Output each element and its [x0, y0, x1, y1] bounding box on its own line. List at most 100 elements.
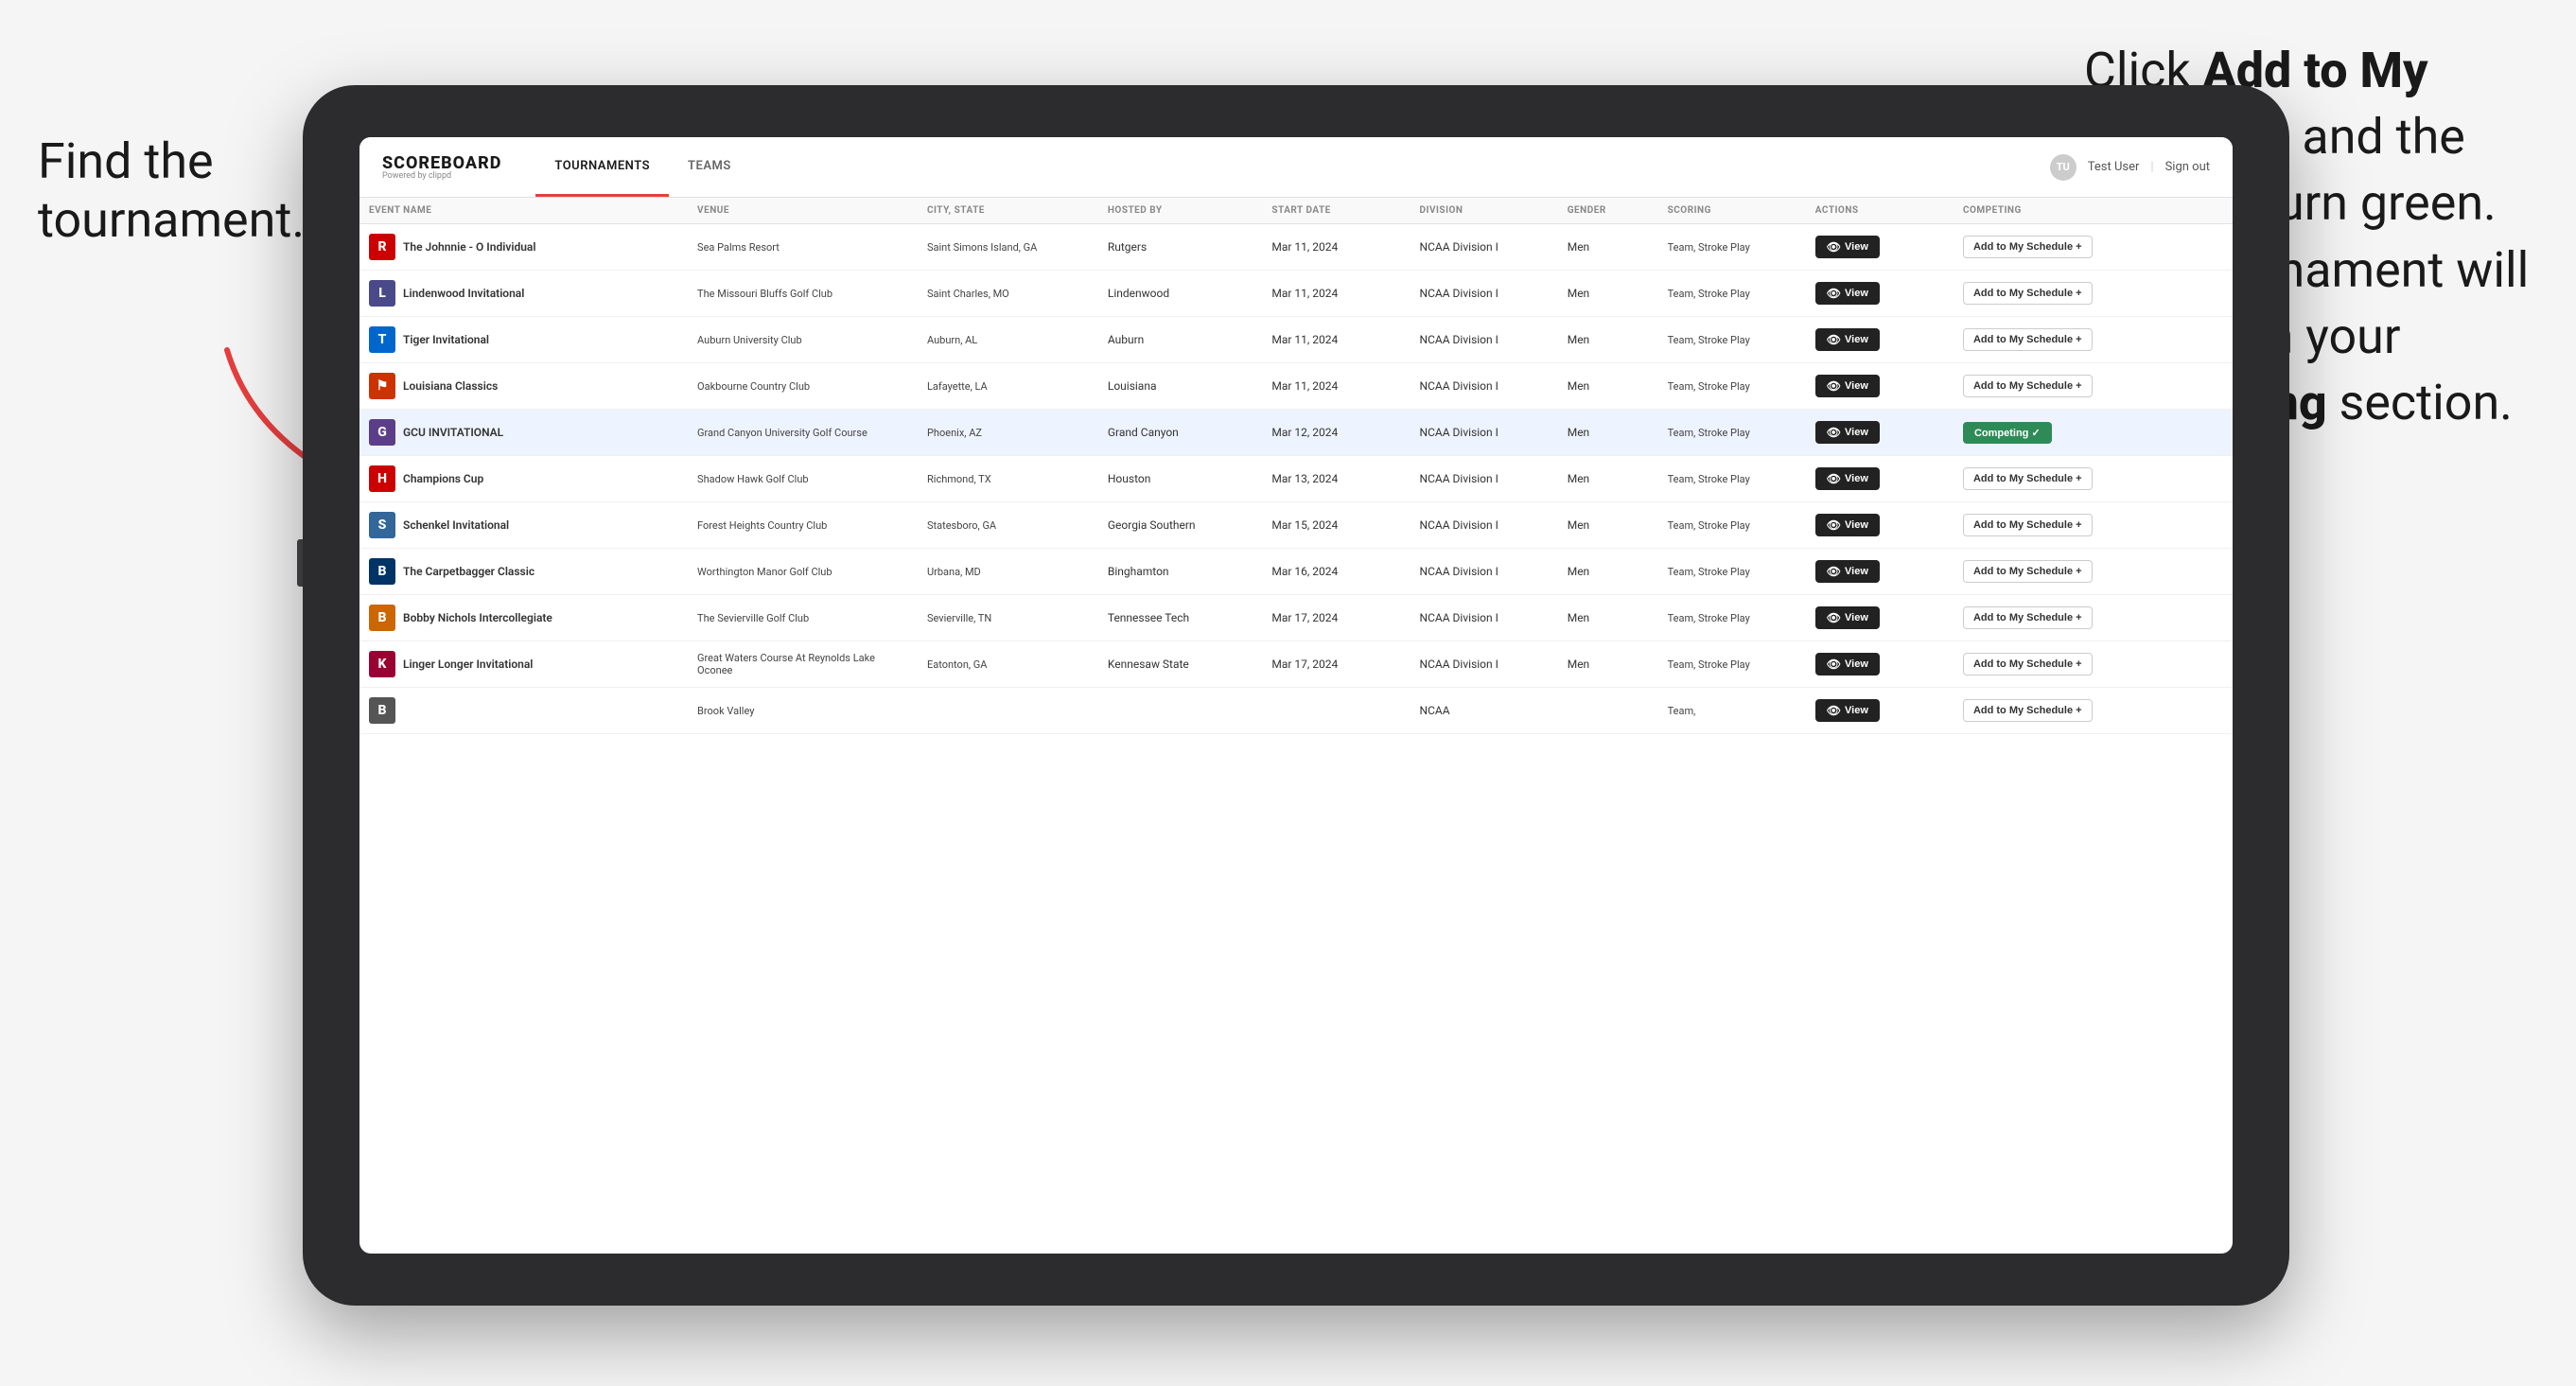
add-to-schedule-button[interactable]: Add to My Schedule + — [1963, 375, 2093, 397]
gender-cell: Men — [1558, 317, 1658, 363]
actions-cell: 👁 View — [1806, 317, 1954, 363]
venue-cell: Auburn University Club — [688, 317, 918, 363]
view-button[interactable]: 👁 View — [1815, 699, 1880, 722]
division-cell: NCAA Division I — [1411, 549, 1558, 595]
tab-teams[interactable]: TEAMS — [669, 137, 750, 197]
table-row: B The Carpetbagger Classic Worthington M… — [359, 549, 2233, 595]
date-cell: Mar 15, 2024 — [1262, 502, 1410, 549]
view-button[interactable]: 👁 View — [1815, 514, 1880, 536]
table-row: S Schenkel Invitational Forest Heights C… — [359, 502, 2233, 549]
user-name: Test User — [2088, 160, 2140, 174]
team-logo: G — [369, 419, 395, 446]
team-logo: B — [369, 605, 395, 631]
scoring-cell: Team, — [1658, 688, 1806, 734]
venue-cell: Great Waters Course At Reynolds Lake Oco… — [688, 641, 918, 688]
hosted-by-cell: Houston — [1098, 456, 1263, 502]
event-name-cell: S Schenkel Invitational — [369, 512, 678, 538]
city-cell: Statesboro, GA — [918, 502, 1098, 549]
venue-cell: Grand Canyon University Golf Course — [688, 410, 918, 456]
hosted-by-cell: Rutgers — [1098, 224, 1263, 271]
add-to-schedule-button[interactable]: Add to My Schedule + — [1963, 606, 2093, 629]
view-button[interactable]: 👁 View — [1815, 236, 1880, 258]
city-cell: Lafayette, LA — [918, 363, 1098, 410]
col-header-date: START DATE — [1262, 198, 1410, 224]
team-logo: L — [369, 280, 395, 307]
city-cell: Richmond, TX — [918, 456, 1098, 502]
hosted-by-cell: Kennesaw State — [1098, 641, 1263, 688]
city-cell: Sevierville, TN — [918, 595, 1098, 641]
division-cell: NCAA Division I — [1411, 317, 1558, 363]
gender-cell: Men — [1558, 641, 1658, 688]
division-cell: NCAA Division I — [1411, 363, 1558, 410]
division-cell: NCAA Division I — [1411, 410, 1558, 456]
event-name: The Carpetbagger Classic — [403, 565, 534, 578]
scoring-cell: Team, Stroke Play — [1658, 502, 1806, 549]
view-button[interactable]: 👁 View — [1815, 606, 1880, 629]
col-header-scoring: SCORING — [1658, 198, 1806, 224]
actions-cell: 👁 View — [1806, 410, 1954, 456]
add-to-schedule-button[interactable]: Add to My Schedule + — [1963, 328, 2093, 351]
actions-cell: 👁 View — [1806, 502, 1954, 549]
hosted-by-cell: Grand Canyon — [1098, 410, 1263, 456]
add-to-schedule-button[interactable]: Add to My Schedule + — [1963, 236, 2093, 258]
col-header-hosted: HOSTED BY — [1098, 198, 1263, 224]
actions-cell: 👁 View — [1806, 363, 1954, 410]
view-button[interactable]: 👁 View — [1815, 282, 1880, 305]
competing-cell: Add to My Schedule + — [1954, 549, 2233, 595]
event-name: Tiger Invitational — [403, 333, 489, 346]
tab-tournaments[interactable]: TOURNAMENTS — [535, 137, 669, 197]
eye-icon: 👁 — [1827, 611, 1841, 624]
table-body: R The Johnnie - O Individual Sea Palms R… — [359, 224, 2233, 734]
competing-cell: Add to My Schedule + — [1954, 271, 2233, 317]
add-to-schedule-button[interactable]: Add to My Schedule + — [1963, 467, 2093, 490]
city-cell: Urbana, MD — [918, 549, 1098, 595]
view-button[interactable]: 👁 View — [1815, 560, 1880, 583]
table-row: R The Johnnie - O Individual Sea Palms R… — [359, 224, 2233, 271]
scoring-cell: Team, Stroke Play — [1658, 410, 1806, 456]
eye-icon: 👁 — [1827, 704, 1841, 717]
actions-cell: 👁 View — [1806, 688, 1954, 734]
hosted-by-cell: Georgia Southern — [1098, 502, 1263, 549]
event-name-cell: H Champions Cup — [369, 465, 678, 492]
team-logo: R — [369, 234, 395, 260]
team-logo: B — [369, 697, 395, 724]
view-button[interactable]: 👁 View — [1815, 653, 1880, 675]
gender-cell: Men — [1558, 410, 1658, 456]
gender-cell: Men — [1558, 595, 1658, 641]
scoring-cell: Team, Stroke Play — [1658, 271, 1806, 317]
add-to-schedule-button[interactable]: Add to My Schedule + — [1963, 560, 2093, 583]
division-cell: NCAA Division I — [1411, 224, 1558, 271]
view-button[interactable]: 👁 View — [1815, 421, 1880, 444]
venue-cell: The Missouri Bluffs Golf Club — [688, 271, 918, 317]
view-button[interactable]: 👁 View — [1815, 375, 1880, 397]
competing-button[interactable]: Competing ✓ — [1963, 422, 2052, 444]
hosted-by-cell: Auburn — [1098, 317, 1263, 363]
sign-out-link[interactable]: Sign out — [2165, 160, 2210, 174]
add-to-schedule-button[interactable]: Add to My Schedule + — [1963, 282, 2093, 305]
scoring-cell: Team, Stroke Play — [1658, 456, 1806, 502]
col-header-competing: COMPETING — [1954, 198, 2233, 224]
team-logo: B — [369, 558, 395, 585]
event-name-cell: B — [369, 697, 678, 724]
date-cell — [1262, 688, 1410, 734]
logo-area: SCOREBOARD Powered by clippd — [382, 153, 501, 181]
app-logo-sub: Powered by clippd — [382, 171, 501, 181]
add-to-schedule-button[interactable]: Add to My Schedule + — [1963, 699, 2093, 722]
add-to-schedule-button[interactable]: Add to My Schedule + — [1963, 653, 2093, 675]
team-logo: T — [369, 326, 395, 353]
view-button[interactable]: 👁 View — [1815, 467, 1880, 490]
venue-cell: Worthington Manor Golf Club — [688, 549, 918, 595]
scoring-cell: Team, Stroke Play — [1658, 595, 1806, 641]
date-cell: Mar 16, 2024 — [1262, 549, 1410, 595]
event-name-cell: G GCU INVITATIONAL — [369, 419, 678, 446]
event-name: The Johnnie - O Individual — [403, 240, 535, 254]
add-to-schedule-button[interactable]: Add to My Schedule + — [1963, 514, 2093, 536]
view-button[interactable]: 👁 View — [1815, 328, 1880, 351]
eye-icon: 👁 — [1827, 287, 1841, 300]
date-cell: Mar 11, 2024 — [1262, 224, 1410, 271]
event-name-cell: T Tiger Invitational — [369, 326, 678, 353]
col-header-event: EVENT NAME — [359, 198, 688, 224]
header-right: TU Test User | Sign out — [2050, 154, 2210, 181]
scoring-cell: Team, Stroke Play — [1658, 363, 1806, 410]
tablet-side-button — [297, 539, 303, 587]
